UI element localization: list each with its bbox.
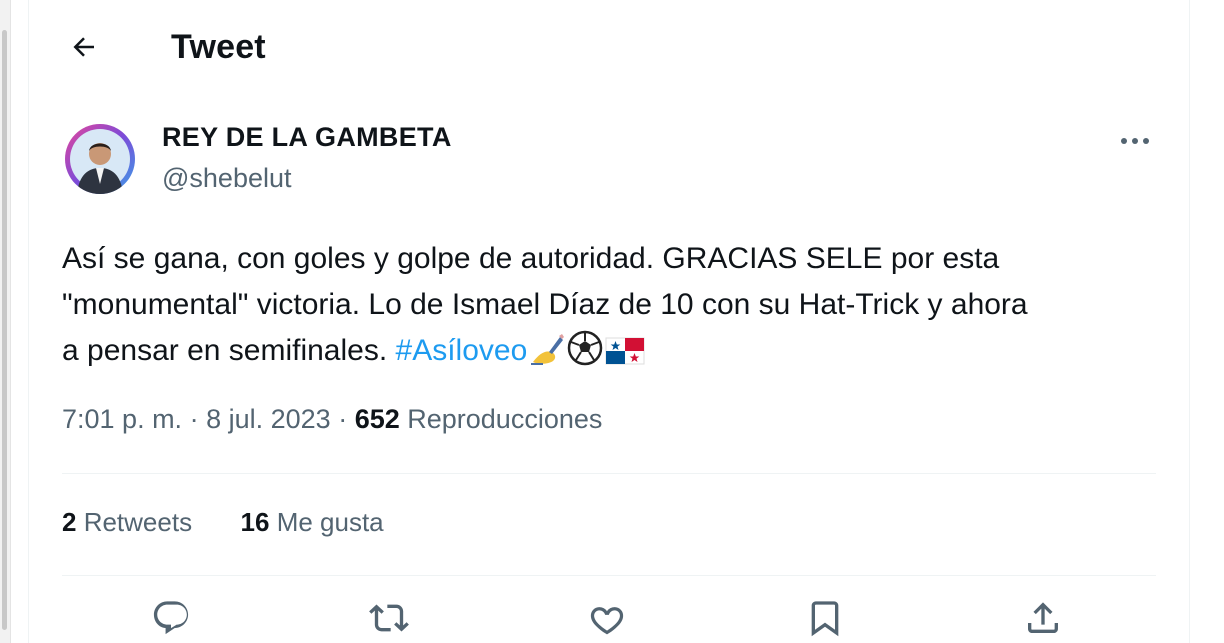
likes-count: 16: [240, 507, 270, 537]
writing-hand-icon: [529, 332, 565, 380]
share-button[interactable]: [1021, 598, 1065, 642]
bookmark-icon: [811, 601, 839, 637]
scrollbar-thumb[interactable]: [2, 30, 7, 630]
tweet-time[interactable]: 7:01 p. m.: [62, 404, 182, 434]
avatar-photo-icon: [70, 129, 130, 194]
tweet-text-line-2: "monumental" victoria. Lo de Ismael Díaz…: [62, 288, 1028, 321]
back-button[interactable]: [59, 22, 109, 72]
more-options-button[interactable]: [1115, 124, 1155, 158]
bookmark-button[interactable]: [803, 598, 847, 642]
share-icon: [1028, 602, 1058, 633]
retweet-icon: [369, 604, 409, 632]
retweets-stat[interactable]: 2 Retweets: [62, 507, 192, 538]
retweets-count: 2: [62, 507, 77, 537]
tweet-column: Tweet REY DE LA GAMBETA @shebelut Así se…: [28, 0, 1190, 643]
views-count: 652: [354, 404, 400, 434]
author-display-name[interactable]: REY DE LA GAMBETA: [162, 122, 452, 153]
tweet-date[interactable]: 8 jul. 2023: [206, 404, 331, 434]
tweet-stats: 2 Retweets 16 Me gusta: [62, 507, 384, 538]
retweets-label: Retweets: [76, 507, 193, 537]
page-header: Tweet: [29, 0, 1189, 96]
retweet-button[interactable]: [367, 598, 411, 642]
panama-flag-icon: [605, 334, 645, 380]
tweet-actions: [29, 598, 1189, 643]
tweet-text: Así se gana, con goles y golpe de autori…: [62, 236, 1162, 380]
soccer-ball-icon: [567, 330, 603, 380]
window-left-edge: [0, 0, 11, 643]
tweet-text-line-1: Así se gana, con goles y golpe de autori…: [62, 242, 1000, 275]
reply-icon: [153, 601, 189, 635]
divider: [62, 575, 1156, 576]
meta-separator: ·: [182, 404, 207, 434]
meta-separator: ·: [330, 404, 355, 434]
tweet-text-line-3: a pensar en semifinales.: [62, 334, 396, 367]
like-button[interactable]: [585, 598, 629, 642]
tweet-meta: 7:01 p. m. · 8 jul. 2023 · 652 Reproducc…: [62, 404, 602, 435]
more-horizontal-icon: [1121, 138, 1149, 144]
heart-icon: [590, 607, 624, 635]
hashtag-link[interactable]: #Asíloveo: [396, 334, 528, 367]
avatar[interactable]: [65, 124, 135, 194]
reply-button[interactable]: [149, 598, 193, 642]
author-handle[interactable]: @shebelut: [162, 163, 292, 194]
likes-stat[interactable]: 16 Me gusta: [241, 507, 384, 538]
arrow-left-icon: [73, 37, 94, 57]
page-title: Tweet: [171, 28, 266, 66]
likes-label: Me gusta: [269, 507, 384, 537]
views-label: Reproducciones: [399, 404, 603, 434]
divider: [62, 473, 1156, 474]
